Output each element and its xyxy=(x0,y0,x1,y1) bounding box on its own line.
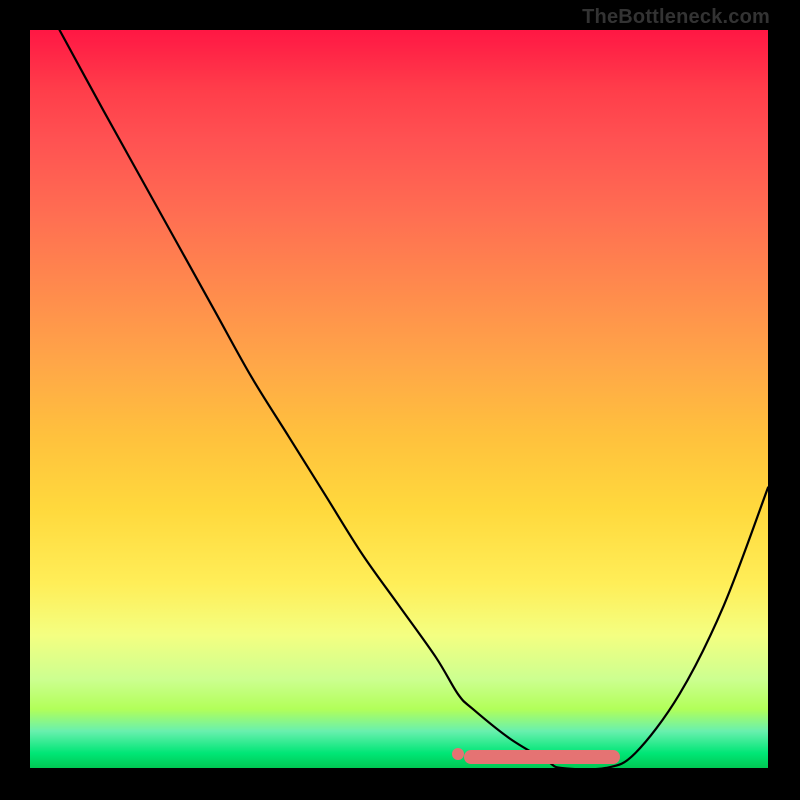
chart-frame: TheBottleneck.com xyxy=(0,0,800,800)
flat-region-band xyxy=(464,750,620,764)
watermark-text: TheBottleneck.com xyxy=(582,6,770,29)
bottleneck-curve xyxy=(60,30,768,769)
plot-area xyxy=(30,30,768,768)
flat-region-start-dot xyxy=(452,748,464,760)
line-chart-svg xyxy=(30,30,768,768)
